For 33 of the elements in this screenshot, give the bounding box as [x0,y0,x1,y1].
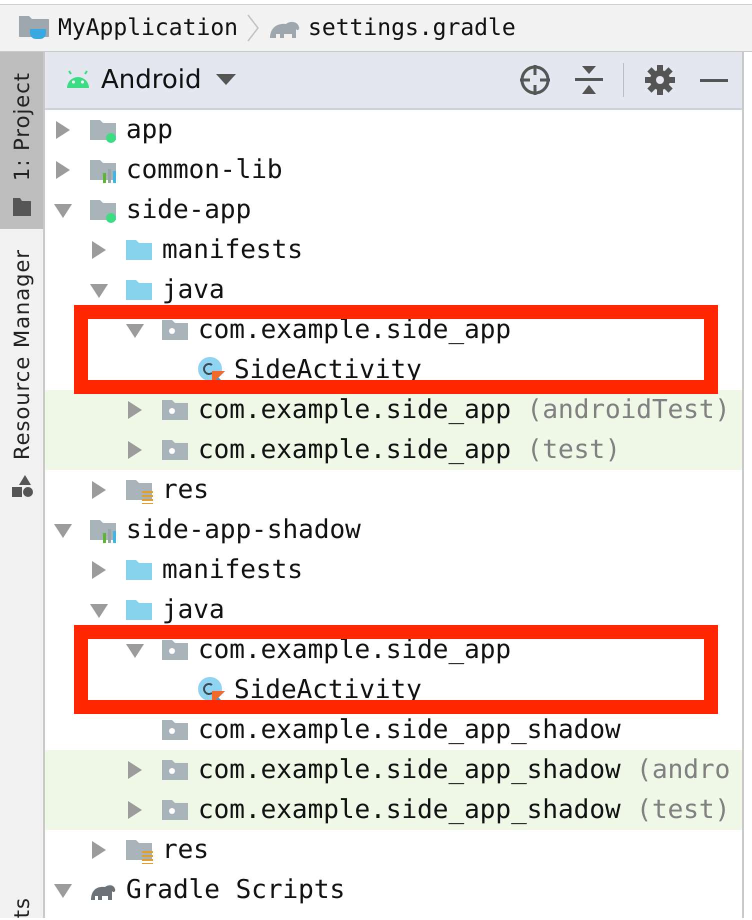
tree-item[interactable]: res [45,470,742,510]
tree-item[interactable]: manifests [45,230,742,270]
tree-item[interactable]: com.example.side_app [45,310,742,350]
view-dropdown[interactable]: Android [65,65,236,95]
tool-window-tab[interactable]: Resource Manager [0,228,43,508]
tree-item[interactable]: Gradle Scripts [45,870,742,910]
caret-icon [216,74,236,86]
tree-item[interactable]: manifests [45,550,742,590]
tool-window-tab[interactable]: 1: Project [0,52,43,229]
tree-item[interactable]: com.example.side_app (androidTest) [45,390,742,430]
tree-item[interactable]: side-app-shadow [45,510,742,550]
project-folder-icon [18,14,52,42]
tree-item[interactable]: com.example.side_app_shadow (andro [45,750,742,790]
tree-item[interactable]: com.example.side_app (test) [45,430,742,470]
tree-item[interactable]: com.example.side_app_shadow [45,710,742,750]
crosshair-icon[interactable] [517,62,553,98]
tree-item[interactable]: common-lib [45,150,742,190]
tree-item[interactable]: java [45,270,742,310]
tree-item[interactable]: SideActivity [45,350,742,390]
tree-item[interactable]: app [45,110,742,150]
tree-item[interactable]: java [45,590,742,630]
breadcrumb-item[interactable]: settings.gradle [268,14,516,42]
android-icon [65,70,91,90]
breadcrumb-item[interactable]: MyApplication [18,14,238,42]
tree-item[interactable]: SideActivity [45,670,742,710]
tool-window-tab[interactable]: ts [0,876,43,918]
settings-icon[interactable] [642,62,678,98]
tree-item[interactable]: com.example.side_app_shadow (test) [45,790,742,830]
tree-item[interactable]: side-app [45,190,742,230]
chevron-separator-icon [246,13,260,43]
tree-item[interactable]: com.example.side_app [45,630,742,670]
shapes-icon [10,474,34,498]
tree-item[interactable]: res [45,830,742,870]
